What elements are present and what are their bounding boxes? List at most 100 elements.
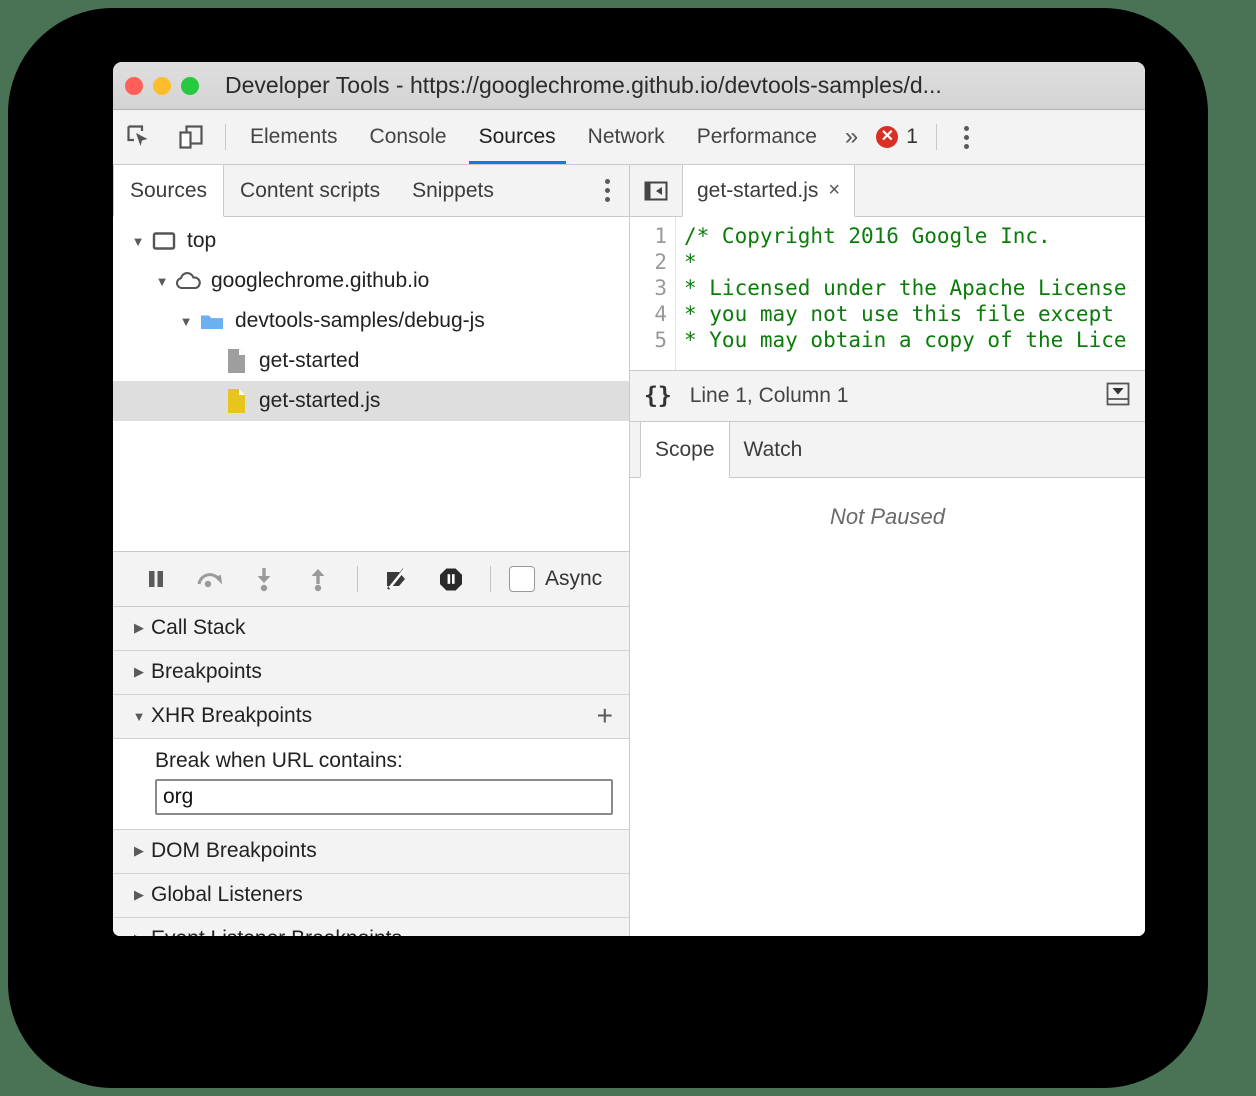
section-title: DOM Breakpoints xyxy=(151,839,317,863)
close-icon[interactable]: × xyxy=(828,179,840,202)
tree-row-file-js[interactable]: get-started.js xyxy=(113,381,629,421)
pause-on-exceptions-button[interactable] xyxy=(426,559,476,599)
collapse-triangle-icon[interactable]: ▶ xyxy=(127,887,151,903)
tab-elements[interactable]: Elements xyxy=(234,110,354,164)
section-title: Global Listeners xyxy=(151,883,303,907)
tree-label: devtools-samples/debug-js xyxy=(235,309,485,333)
section-call-stack[interactable]: ▶ Call Stack xyxy=(113,607,629,651)
tree-label: get-started xyxy=(259,349,359,373)
resume-pause-button[interactable] xyxy=(131,559,181,599)
section-xhr-breakpoints[interactable]: ▼ XHR Breakpoints + xyxy=(113,695,629,739)
debugger-toolbar: Async xyxy=(113,551,629,607)
toolbar-divider-2 xyxy=(936,124,937,150)
tab-watch[interactable]: Watch xyxy=(730,422,817,477)
navigator-more-vertical-icon[interactable] xyxy=(585,165,629,216)
maximize-window-button[interactable] xyxy=(181,77,199,95)
debugger-divider-2 xyxy=(490,566,491,592)
more-vertical-icon[interactable] xyxy=(945,110,989,164)
tab-performance[interactable]: Performance xyxy=(681,110,833,164)
tree-row-folder[interactable]: ▼ devtools-samples/debug-js xyxy=(113,301,629,341)
navigator-tab-spacer xyxy=(510,165,585,216)
line-number-gutter: 1 2 3 4 5 xyxy=(630,217,676,370)
collapse-triangle-icon[interactable]: ▶ xyxy=(127,931,151,936)
collapse-triangle-icon[interactable]: ▶ xyxy=(127,664,151,680)
xhr-url-input[interactable] xyxy=(155,779,613,815)
section-breakpoints[interactable]: ▶ Breakpoints xyxy=(113,651,629,695)
scope-empty-message: Not Paused xyxy=(630,478,1145,936)
xhr-prompt-label: Break when URL contains: xyxy=(155,749,611,773)
async-checkbox[interactable] xyxy=(509,566,535,592)
scope-watch-tabbar: Scope Watch xyxy=(630,422,1145,478)
sources-right-pane: get-started.js × 1 2 3 4 5 /* Copyright … xyxy=(630,165,1145,936)
tree-label: top xyxy=(187,229,216,253)
step-into-button[interactable] xyxy=(239,559,289,599)
pretty-print-button[interactable]: {} xyxy=(644,383,672,409)
collapse-triangle-icon[interactable]: ▶ xyxy=(127,843,151,859)
navtab-snippets[interactable]: Snippets xyxy=(396,165,510,216)
navtab-content-scripts[interactable]: Content scripts xyxy=(224,165,396,216)
more-tabs-chevron-icon[interactable]: » xyxy=(833,110,870,164)
expand-triangle-icon[interactable]: ▼ xyxy=(175,314,197,329)
devtools-main-toolbar: Elements Console Sources Network Perform… xyxy=(113,110,1145,165)
window-title: Developer Tools - https://googlechrome.g… xyxy=(225,72,1105,99)
folder-icon xyxy=(197,311,227,332)
section-dom-breakpoints[interactable]: ▶ DOM Breakpoints xyxy=(113,830,629,874)
section-event-listener-breakpoints[interactable]: ▶ Event Listener Breakpoints xyxy=(113,918,629,937)
expand-triangle-icon[interactable]: ▼ xyxy=(127,709,151,724)
document-icon xyxy=(221,348,251,374)
expand-triangle-icon[interactable]: ▼ xyxy=(151,274,173,289)
inspect-element-icon[interactable] xyxy=(113,110,165,164)
error-count: 1 xyxy=(906,125,918,149)
tree-row-file-html[interactable]: get-started xyxy=(113,341,629,381)
section-title: Call Stack xyxy=(151,616,246,640)
show-drawer-icon[interactable] xyxy=(1105,381,1131,412)
debugger-divider xyxy=(357,566,358,592)
cloud-icon xyxy=(173,271,203,291)
tab-console[interactable]: Console xyxy=(354,110,463,164)
deactivate-breakpoints-button[interactable] xyxy=(372,559,422,599)
step-over-button[interactable] xyxy=(185,559,235,599)
cursor-position: Line 1, Column 1 xyxy=(690,384,849,408)
editor-tab-get-started-js[interactable]: get-started.js × xyxy=(682,165,855,217)
tab-network[interactable]: Network xyxy=(572,110,681,164)
step-out-button[interactable] xyxy=(293,559,343,599)
device-toolbar-icon[interactable] xyxy=(165,110,217,164)
error-circle-icon: ✕ xyxy=(876,126,898,148)
add-xhr-breakpoint-button[interactable]: + xyxy=(597,702,613,730)
debugger-sidebar-sections: ▶ Call Stack ▶ Breakpoints ▼ XHR Breakpo… xyxy=(113,607,629,937)
section-title: XHR Breakpoints xyxy=(151,704,312,728)
tab-sources[interactable]: Sources xyxy=(463,110,572,164)
async-label: Async xyxy=(545,567,602,591)
js-file-icon xyxy=(221,388,251,414)
editor-statusbar: {} Line 1, Column 1 xyxy=(630,370,1145,422)
error-badge[interactable]: ✕ 1 xyxy=(870,110,928,164)
section-global-listeners[interactable]: ▶ Global Listeners xyxy=(113,874,629,918)
window-titlebar: Developer Tools - https://googlechrome.g… xyxy=(113,62,1145,110)
devtools-window: Developer Tools - https://googlechrome.g… xyxy=(113,62,1145,936)
editor-tabbar: get-started.js × xyxy=(630,165,1145,217)
navigator-tabbar: Sources Content scripts Snippets xyxy=(113,165,629,217)
tree-row-domain[interactable]: ▼ googlechrome.github.io xyxy=(113,261,629,301)
tree-label: get-started.js xyxy=(259,389,380,413)
navtab-sources[interactable]: Sources xyxy=(113,165,224,217)
xhr-breakpoint-editor: Break when URL contains: xyxy=(113,739,629,830)
devtools-body: Sources Content scripts Snippets ▼ top ▼ xyxy=(113,165,1145,936)
expand-triangle-icon[interactable]: ▼ xyxy=(127,234,149,249)
close-window-button[interactable] xyxy=(125,77,143,95)
toolbar-divider xyxy=(225,124,226,150)
show-navigator-icon[interactable] xyxy=(630,165,682,216)
tab-scope[interactable]: Scope xyxy=(640,422,730,478)
code-content[interactable]: /* Copyright 2016 Google Inc. * * Licens… xyxy=(676,217,1145,370)
section-title: Breakpoints xyxy=(151,660,262,684)
file-tree: ▼ top ▼ googlechrome.github.io xyxy=(113,217,629,551)
tree-label: googlechrome.github.io xyxy=(211,269,429,293)
section-title: Event Listener Breakpoints xyxy=(151,927,402,936)
frame-icon xyxy=(149,231,179,251)
minimize-window-button[interactable] xyxy=(153,77,171,95)
sources-left-pane: Sources Content scripts Snippets ▼ top ▼ xyxy=(113,165,630,936)
tree-row-top[interactable]: ▼ top xyxy=(113,221,629,261)
code-editor[interactable]: 1 2 3 4 5 /* Copyright 2016 Google Inc. … xyxy=(630,217,1145,370)
collapse-triangle-icon[interactable]: ▶ xyxy=(127,620,151,636)
editor-tab-label: get-started.js xyxy=(697,179,818,203)
async-checkbox-row[interactable]: Async xyxy=(509,566,602,592)
